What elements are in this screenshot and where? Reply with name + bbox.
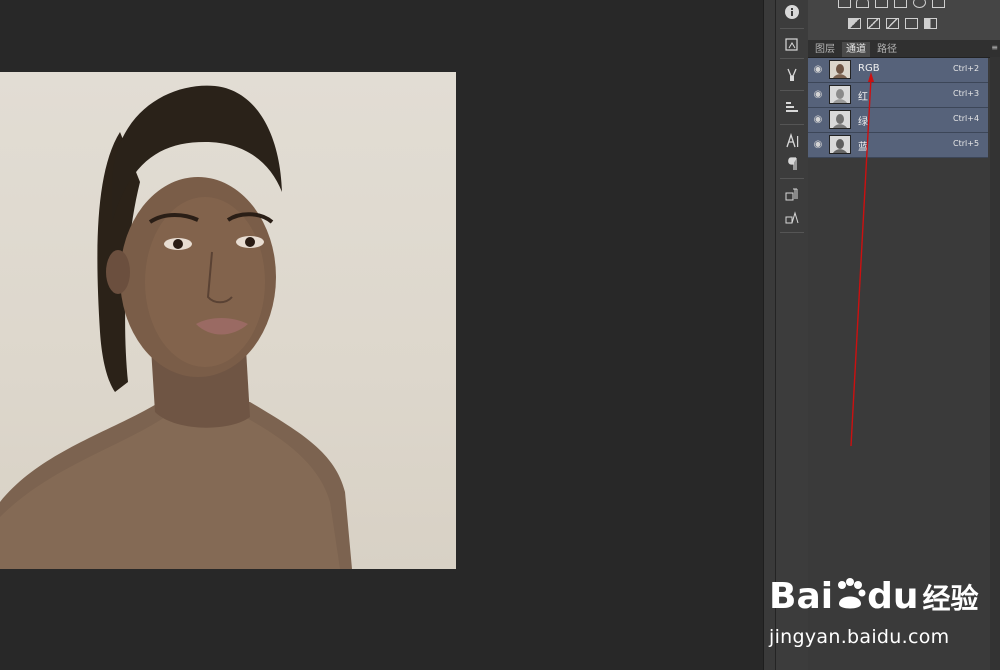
channel-thumbnail bbox=[829, 60, 851, 79]
channel-row-blue[interactable]: ◉ 蓝 Ctrl+5 bbox=[808, 133, 988, 158]
clone-source-icon[interactable] bbox=[781, 97, 803, 117]
eye-visibility-icon[interactable]: ◉ bbox=[812, 64, 824, 76]
eye-visibility-icon[interactable]: ◉ bbox=[812, 89, 824, 101]
baidu-jingyan-watermark: Bai du 经验 jingyan.baidu.com bbox=[766, 570, 996, 660]
channel-shortcut: Ctrl+2 bbox=[953, 64, 980, 73]
paw-icon bbox=[833, 578, 867, 609]
watermark-brand-latin2: du bbox=[867, 576, 919, 617]
tab-paths[interactable]: 路径 bbox=[874, 42, 900, 57]
gradient-map-icon[interactable] bbox=[924, 18, 937, 29]
black-white-icon[interactable] bbox=[886, 18, 899, 29]
character-styles-icon[interactable] bbox=[781, 185, 803, 205]
tool-divider bbox=[780, 232, 804, 233]
document-canvas[interactable] bbox=[0, 0, 763, 670]
watermark-brand-cn: 经验 bbox=[922, 582, 979, 615]
brightness-contrast-icon[interactable] bbox=[838, 0, 851, 8]
hue-saturation-icon[interactable] bbox=[848, 18, 861, 29]
tool-divider bbox=[780, 124, 804, 125]
tab-layers[interactable]: 图层 bbox=[812, 42, 838, 57]
color-balance-icon[interactable] bbox=[867, 18, 880, 29]
channel-shortcut: Ctrl+4 bbox=[953, 114, 980, 123]
watermark-domain: jingyan.baidu.com bbox=[769, 626, 950, 648]
photo-filter-icon[interactable] bbox=[905, 18, 918, 29]
channel-name: 绿 bbox=[858, 117, 868, 128]
panel-tabs: 图层 通道 路径 ≡ bbox=[808, 40, 1000, 58]
panel-menu-icon[interactable]: ≡ bbox=[991, 43, 998, 52]
eye-visibility-icon[interactable]: ◉ bbox=[812, 139, 824, 151]
levels-icon[interactable] bbox=[856, 0, 869, 8]
channel-shortcut: Ctrl+5 bbox=[953, 139, 980, 148]
curves-icon[interactable] bbox=[875, 0, 888, 8]
channel-thumbnail bbox=[829, 85, 851, 104]
vibrance-icon[interactable] bbox=[913, 0, 926, 8]
grid-table-icon[interactable] bbox=[932, 0, 945, 8]
portrait-photo[interactable] bbox=[0, 72, 456, 569]
channel-name: 红 bbox=[858, 92, 868, 103]
styles-icon[interactable] bbox=[781, 35, 803, 55]
channel-row-red[interactable]: ◉ 红 Ctrl+3 bbox=[808, 83, 988, 108]
character-icon[interactable] bbox=[781, 131, 803, 151]
eye-visibility-icon[interactable]: ◉ bbox=[812, 114, 824, 126]
tool-divider bbox=[780, 90, 804, 91]
channel-row-green[interactable]: ◉ 绿 Ctrl+4 bbox=[808, 108, 988, 133]
info-icon[interactable] bbox=[781, 2, 803, 22]
channel-name: 蓝 bbox=[858, 142, 868, 153]
paragraph-styles-icon[interactable] bbox=[781, 208, 803, 228]
channel-thumbnail bbox=[829, 135, 851, 154]
tool-divider bbox=[780, 28, 804, 29]
channel-shortcut: Ctrl+3 bbox=[953, 89, 980, 98]
tool-divider bbox=[780, 58, 804, 59]
watermark-logo: Bai du 经验 bbox=[769, 574, 979, 617]
tab-channels[interactable]: 通道 bbox=[842, 42, 870, 57]
adjustments-panel bbox=[808, 0, 1000, 40]
channel-row-rgb[interactable]: ◉ RGB Ctrl+2 bbox=[808, 58, 988, 83]
watermark-brand-latin: Bai bbox=[769, 576, 834, 617]
channel-name: RGB bbox=[858, 63, 880, 74]
tool-divider bbox=[780, 178, 804, 179]
portrait-illustration bbox=[0, 85, 352, 569]
brush-tool-icon[interactable] bbox=[781, 65, 803, 85]
channel-thumbnail bbox=[829, 110, 851, 129]
exposure-icon[interactable] bbox=[894, 0, 907, 8]
paragraph-icon[interactable] bbox=[781, 154, 803, 174]
